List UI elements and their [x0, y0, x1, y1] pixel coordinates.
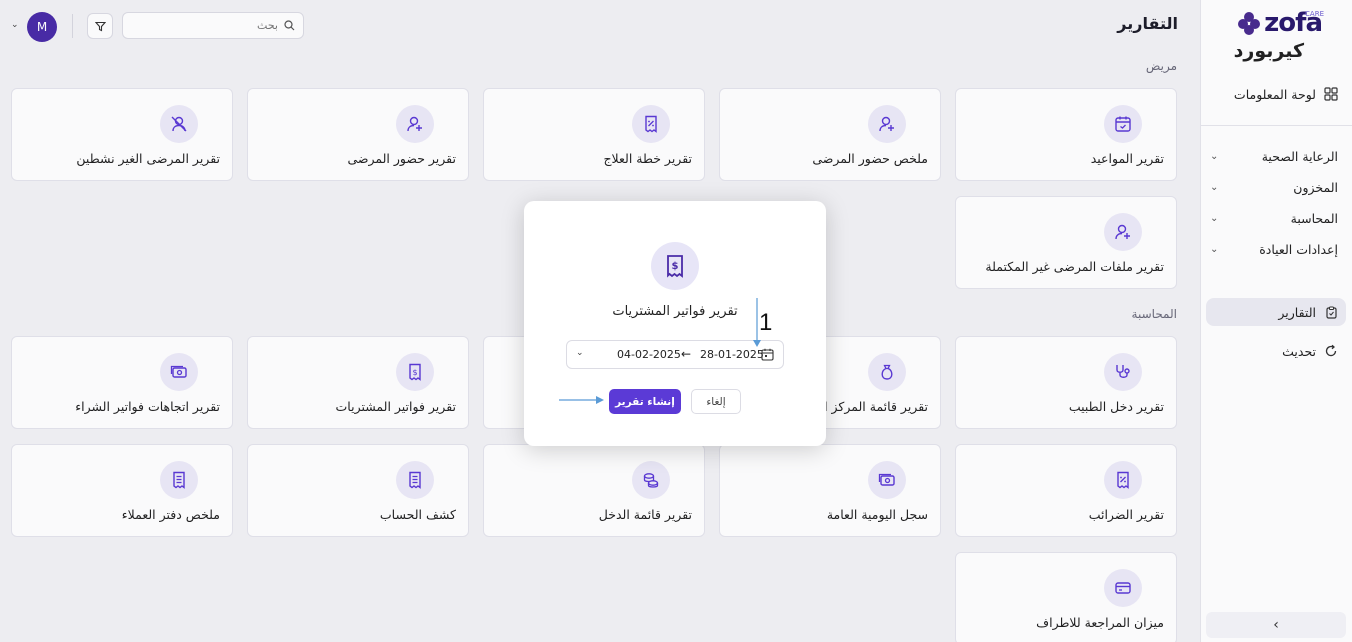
calendar-icon[interactable]	[761, 348, 774, 364]
date-to[interactable]: 04-02-2025	[617, 348, 681, 361]
modal-title: تقرير فواتير المشتريات	[612, 304, 738, 319]
dollar-receipt-icon: $	[651, 242, 699, 290]
svg-text:$: $	[672, 261, 679, 272]
report-modal: $ تقرير فواتير المشتريات ⌄ 04-02-2025 ← …	[524, 201, 826, 446]
annotation-step-number: 1	[759, 309, 773, 336]
date-from[interactable]: 28-01-2025	[700, 348, 764, 361]
chevron-down-icon[interactable]: ⌄	[576, 348, 584, 358]
date-range-picker[interactable]: ⌄ 04-02-2025 ← 28-01-2025	[566, 340, 784, 369]
cancel-button[interactable]: إلغاء	[691, 389, 741, 414]
arrow-left-icon: ←	[681, 347, 692, 361]
create-report-button[interactable]: إنشاء تقرير	[609, 389, 681, 414]
